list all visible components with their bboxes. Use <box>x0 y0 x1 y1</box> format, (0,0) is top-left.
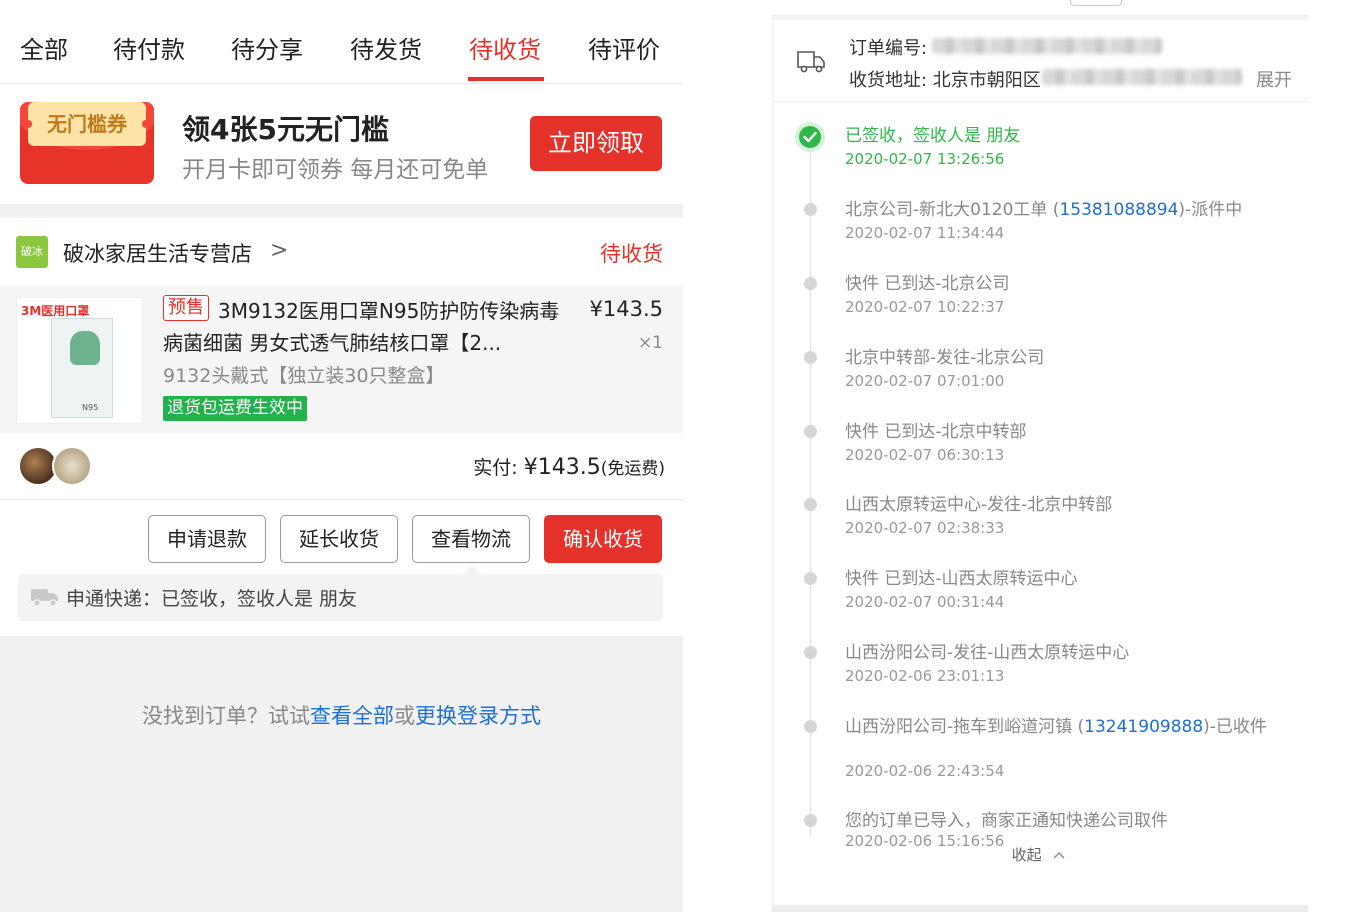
coupon-label: 无门槛券 <box>28 102 146 146</box>
chevron-up-icon <box>1053 851 1065 859</box>
timeline-event-time: 2020-02-07 11:34:44 <box>845 224 1005 242</box>
timeline-event-title: 山西汾阳公司-发往-山西太原转运中心 <box>845 643 1130 663</box>
order-not-found-hint: 没找到订单？试试查看全部或更换登录方式 <box>0 700 683 730</box>
return-shipping-badge: 退货包运费生效中 <box>163 396 307 421</box>
timeline-event-time: 2020-02-07 02:38:33 <box>845 519 1005 537</box>
timeline-event-time: 2020-02-06 23:01:13 <box>845 667 1005 685</box>
collapse-timeline-button[interactable]: 收起 <box>772 844 1306 865</box>
timeline-event-time: 2020-02-07 13:26:56 <box>845 150 1005 168</box>
timeline-dot-icon <box>804 646 817 659</box>
timeline-dot-icon <box>804 720 817 733</box>
not-found-middle: 或 <box>394 704 415 728</box>
timeline-dot-icon <box>804 277 817 290</box>
claim-coupon-button[interactable]: 立即领取 <box>530 116 662 171</box>
shop-header[interactable]: 破冰 破冰家居生活专营店 > 待收货 <box>0 218 683 285</box>
timeline-dot-icon <box>804 351 817 364</box>
logistics-summary[interactable]: 申通快递：已签收，签收人是 朋友 <box>18 566 663 621</box>
shop-name[interactable]: 破冰家居生活专营店 <box>63 238 252 268</box>
timeline-event-title: 山西太原转运中心-发往-北京中转部 <box>845 495 1113 515</box>
timeline-event-title: 您的订单已导入，商家正通知快递公司取件 <box>845 811 1168 831</box>
timeline-event-time: 2020-02-07 00:31:44 <box>845 593 1005 611</box>
timeline-event-title: 北京公司-新北大0120工单 (15381088894)-派件中 <box>845 200 1243 220</box>
confirm-receipt-button[interactable]: 确认收货 <box>544 515 662 563</box>
courier-phone-link[interactable]: 13241909888 <box>1084 717 1203 737</box>
active-tab-indicator <box>468 77 544 81</box>
logistics-tracking-panel: 订单编号: 收货地址: 北京市朝阳区 展开 已签收，签收人是 朋友 2020-0… <box>772 0 1308 912</box>
courier-phone-link[interactable]: 15381088894 <box>1059 200 1178 220</box>
change-login-link[interactable]: 更换登录方式 <box>415 704 541 728</box>
presale-tag: 预售 <box>163 295 209 321</box>
product-title: 3M9132医用口罩N95防护防传染病毒病菌细菌 男女式透气肺结核口罩【2... <box>163 299 560 355</box>
redacted-order-number <box>932 38 1162 54</box>
payment-row: 实付: ¥143.5(免运费) <box>0 433 683 500</box>
timeline-dot-icon <box>804 425 817 438</box>
order-card: 破冰 破冰家居生活专营店 > 待收货 3M医用口罩 N95 3M9132医用口罩… <box>0 218 683 636</box>
avatar <box>52 446 92 486</box>
coupon-promo-banner[interactable]: 无门槛券 领4张5元无门槛 开月卡即可领券 每月还可免单 立即领取 <box>0 84 683 204</box>
product-image[interactable]: 3M医用口罩 N95 <box>16 297 143 424</box>
order-info-header: 订单编号: 收货地址: 北京市朝阳区 展开 <box>774 20 1308 102</box>
product-image-label: N95 <box>82 403 99 412</box>
view-logistics-button[interactable]: 查看物流 <box>412 515 530 563</box>
timeline-event-time: 2020-02-07 07:01:00 <box>845 372 1005 390</box>
product-price: ¥143.5 <box>589 297 663 321</box>
tab-pending-share[interactable]: 待分享 <box>231 30 303 70</box>
shipping-note: (免运费) <box>600 459 665 479</box>
extend-receipt-button[interactable]: 延长收货 <box>280 515 398 563</box>
payment-amount: ¥143.5 <box>523 455 601 480</box>
request-refund-button[interactable]: 申请退款 <box>148 515 266 563</box>
tab-pending-shipment[interactable]: 待发货 <box>350 30 422 70</box>
order-number-label: 订单编号: <box>849 38 928 59</box>
timeline-event-title: 快件 已到达-山西太原转运中心 <box>845 569 1078 589</box>
tab-pending-review[interactable]: 待评价 <box>588 30 660 70</box>
promo-title: 领4张5元无门槛 <box>182 113 389 146</box>
delivered-check-icon <box>799 126 821 148</box>
tab-pending-payment[interactable]: 待付款 <box>113 30 185 70</box>
payment-total: 实付: ¥143.5(免运费) <box>473 453 665 480</box>
shop-logo: 破冰 <box>16 236 48 268</box>
payment-label: 实付: <box>473 457 524 479</box>
timeline-dot-icon <box>804 814 817 827</box>
view-all-link[interactable]: 查看全部 <box>310 704 394 728</box>
not-found-prefix: 没找到订单？试试 <box>142 704 310 728</box>
product-image-brand: 3M医用口罩 <box>21 304 90 318</box>
timeline-event-title: 快件 已到达-北京公司 <box>845 274 1010 294</box>
logistics-summary-text: 申通快递：已签收，签收人是 朋友 <box>66 588 358 610</box>
timeline-event-title: 已签收，签收人是 朋友 <box>845 126 1021 146</box>
timeline-dot-icon <box>804 203 817 216</box>
redacted-address <box>1042 69 1242 85</box>
shipping-address-label: 收货地址: 北京市朝阳区 <box>849 70 1041 91</box>
timeline-dot-icon <box>804 498 817 511</box>
timeline-event-title: 快件 已到达-北京中转部 <box>845 422 1027 442</box>
tab-all[interactable]: 全部 <box>20 30 68 70</box>
product-item[interactable]: 3M医用口罩 N95 3M9132医用口罩N95防护防传染病毒病菌细菌 男女式透… <box>0 285 683 433</box>
promo-subtitle: 开月卡即可领券 每月还可免单 <box>182 157 489 183</box>
van-icon <box>797 51 825 73</box>
expand-address-button[interactable]: 展开 <box>1256 66 1292 92</box>
product-quantity: ×1 <box>637 333 663 353</box>
order-tabs: 全部 待付款 待分享 待发货 待收货 待评价 <box>0 0 683 84</box>
timeline-event-time: 2020-02-07 06:30:13 <box>845 446 1005 464</box>
timeline-event-title: 北京中转部-发往-北京公司 <box>845 348 1045 368</box>
timeline-event-time: 2020-02-07 10:22:37 <box>845 298 1005 316</box>
timeline-dot-icon <box>804 572 817 585</box>
order-list-panel: 全部 待付款 待分享 待发货 待收货 待评价 无门槛券 领4张5元无门槛 开月卡… <box>0 0 683 912</box>
truck-icon <box>31 589 58 607</box>
timeline-event-time: 2020-02-06 22:43:54 <box>845 762 1005 780</box>
timeline-event-title: 山西汾阳公司-拖车到峪道河镇 (13241909888)-已收件 <box>845 717 1267 737</box>
order-status: 待收货 <box>600 242 663 266</box>
red-envelope-icon: 无门槛券 <box>20 102 154 184</box>
chevron-right-icon: > <box>270 238 289 263</box>
product-sku: 9132头戴式【独立装30只整盒】 <box>163 365 445 387</box>
tab-pending-receipt[interactable]: 待收货 <box>469 30 541 70</box>
